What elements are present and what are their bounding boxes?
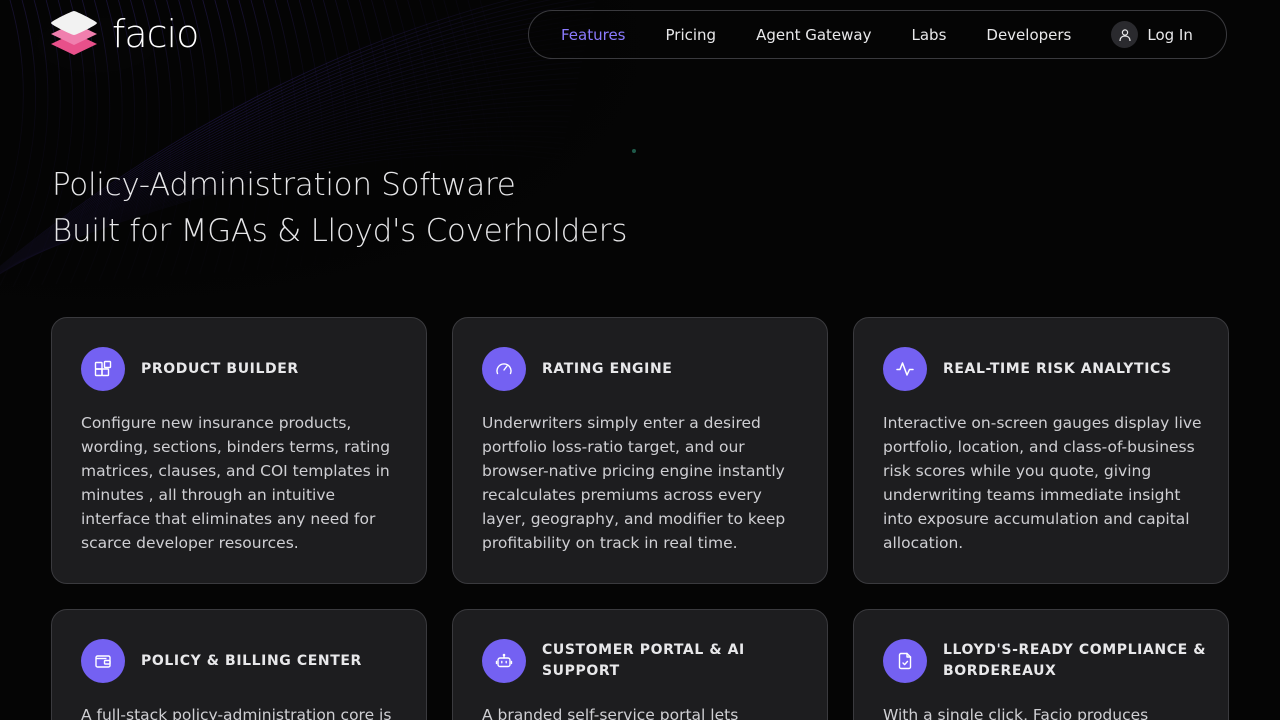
glow-dot	[632, 149, 636, 153]
login-button[interactable]: Log In	[1111, 21, 1193, 48]
card-title: CUSTOMER PORTAL & AI SUPPORT	[542, 642, 745, 679]
nav-item-features[interactable]: Features	[561, 26, 626, 44]
activity-icon	[883, 347, 927, 391]
hero-title: Policy-Administration Software Built for…	[52, 162, 627, 254]
login-label: Log In	[1147, 25, 1193, 44]
card-title: PRODUCT BUILDER	[141, 360, 299, 377]
gauge-icon	[482, 347, 526, 391]
nav-item-labs[interactable]: Labs	[912, 26, 947, 44]
card-description: Configure new insurance products, wordin…	[81, 414, 391, 552]
page: facio Features Pricing Agent Gateway Lab…	[0, 0, 1280, 720]
feature-card-real-time-risk-analytics: REAL-TIME RISK ANALYTICS Interactive on-…	[853, 317, 1229, 584]
brand-name: facio	[112, 12, 199, 56]
nav-item-developers[interactable]: Developers	[986, 26, 1071, 44]
user-icon	[1111, 21, 1139, 48]
feature-card-product-builder: PRODUCT BUILDER Configure new insurance …	[51, 317, 427, 584]
feature-card-rating-engine: RATING ENGINE Underwriters simply enter …	[452, 317, 828, 584]
facio-logo[interactable]: facio	[50, 8, 199, 64]
bot-icon	[482, 639, 526, 683]
blocks-icon	[81, 347, 125, 391]
hero-title-line-1: Policy-Administration Software	[52, 167, 516, 203]
document-check-icon	[883, 639, 927, 683]
main-nav: Features Pricing Agent Gateway Labs Deve…	[528, 10, 1227, 59]
card-description: With a single click, Facio produces	[883, 706, 1149, 720]
feature-card-customer-portal-ai-support: CUSTOMER PORTAL & AI SUPPORT A branded s…	[452, 609, 828, 720]
card-title: POLICY & BILLING CENTER	[141, 652, 362, 669]
feature-card-policy-billing-center: POLICY & BILLING CENTER A full-stack pol…	[51, 609, 427, 720]
nav-item-pricing[interactable]: Pricing	[666, 26, 717, 44]
card-title: LLOYD'S-READY COMPLIANCE & BORDEREAUX	[943, 642, 1207, 679]
card-description: Underwriters simply enter a desired port…	[482, 414, 786, 552]
wallet-icon	[81, 639, 125, 683]
layers-logo-icon	[51, 11, 97, 55]
card-title: RATING ENGINE	[542, 360, 673, 377]
hero-title-line-2: Built for MGAs & Lloyd's Coverholders	[52, 213, 628, 249]
feature-card-lloyds-ready-compliance: LLOYD'S-READY COMPLIANCE & BORDEREAUX Wi…	[853, 609, 1229, 720]
card-title: REAL-TIME RISK ANALYTICS	[943, 360, 1172, 377]
card-description: A full-stack policy-administration core …	[81, 706, 392, 720]
card-description: A branded self-service portal lets insur…	[482, 706, 739, 720]
nav-item-agent-gateway[interactable]: Agent Gateway	[756, 26, 871, 44]
card-description: Interactive on-screen gauges display liv…	[883, 414, 1202, 552]
